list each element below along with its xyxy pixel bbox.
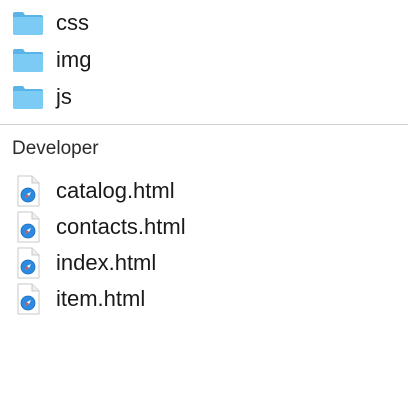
file-label: index.html xyxy=(56,250,157,275)
safari-html-file-icon xyxy=(16,283,40,315)
section-title: Developer xyxy=(12,138,99,159)
file-browser: css img js Developer catalog.html contac… xyxy=(0,0,408,410)
file-item-index[interactable]: index.html xyxy=(0,245,408,281)
folder-item-css[interactable]: css xyxy=(0,4,408,41)
folder-label: css xyxy=(56,10,89,35)
file-item-contacts[interactable]: contacts.html xyxy=(0,209,408,245)
file-label: contacts.html xyxy=(56,214,186,239)
folder-list: css img js xyxy=(0,4,408,115)
folder-label: js xyxy=(56,84,72,109)
file-label: catalog.html xyxy=(56,178,175,203)
file-item-catalog[interactable]: catalog.html xyxy=(0,173,408,209)
file-label: item.html xyxy=(56,286,146,311)
folder-label: img xyxy=(56,47,92,72)
safari-html-file-icon xyxy=(16,247,40,279)
folder-icon xyxy=(12,84,44,110)
folder-item-js[interactable]: js xyxy=(0,78,408,115)
safari-html-file-icon xyxy=(16,175,40,207)
folder-icon xyxy=(12,47,44,73)
file-item-item[interactable]: item.html xyxy=(0,281,408,317)
safari-html-file-icon xyxy=(16,211,40,243)
section-divider xyxy=(0,124,408,125)
file-list: catalog.html contacts.html index.html it… xyxy=(0,173,408,317)
folder-icon xyxy=(12,10,44,36)
folder-item-img[interactable]: img xyxy=(0,41,408,78)
